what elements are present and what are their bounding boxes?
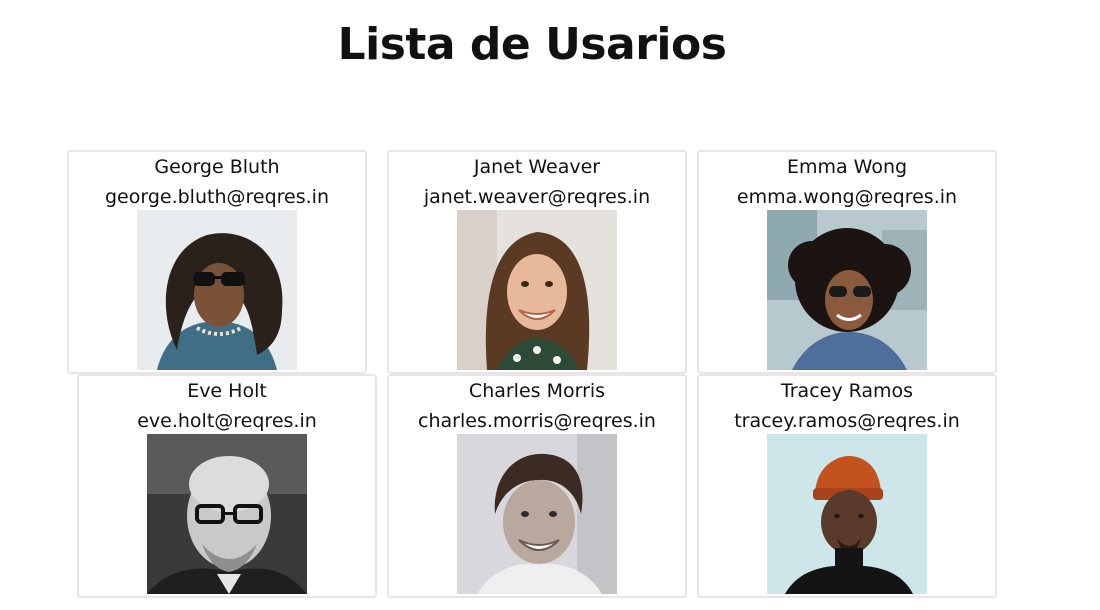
user-card: Charles Morris charles.morris@reqres.in (387, 374, 687, 598)
avatar-photo-icon (767, 434, 927, 594)
user-name: Emma Wong (786, 156, 908, 178)
user-email: janet.weaver@reqres.in (423, 186, 651, 208)
user-email: eve.holt@reqres.in (137, 410, 317, 432)
user-email: tracey.ramos@reqres.in (734, 410, 960, 432)
user-card: Tracey Ramos tracey.ramos@reqres.in (697, 374, 997, 598)
user-avatar (457, 434, 617, 594)
user-avatar (457, 210, 617, 370)
user-card: Eve Holt eve.holt@reqres.in (77, 374, 377, 598)
avatar-photo-icon (457, 210, 617, 370)
user-name: Tracey Ramos (780, 380, 914, 402)
avatar-photo-icon (137, 210, 297, 370)
user-avatar (767, 434, 927, 594)
user-avatar (147, 434, 307, 594)
user-avatar (767, 210, 927, 370)
avatar-photo-icon (767, 210, 927, 370)
user-card: Emma Wong emma.wong@reqres.in (697, 150, 997, 374)
user-name: George Bluth (154, 156, 280, 178)
user-card: Janet Weaver janet.weaver@reqres.in (387, 150, 687, 374)
user-email: emma.wong@reqres.in (736, 186, 958, 208)
page-title: Lista de Usarios (337, 19, 727, 70)
user-email: charles.morris@reqres.in (418, 410, 656, 432)
user-name: Janet Weaver (473, 156, 601, 178)
user-name: Eve Holt (187, 380, 267, 402)
user-email: george.bluth@reqres.in (104, 186, 329, 208)
user-card: George Bluth george.bluth@reqres.in (67, 150, 367, 374)
avatar-photo-icon (457, 434, 617, 594)
user-name: Charles Morris (468, 380, 606, 402)
avatar-photo-icon (147, 434, 307, 594)
user-avatar (137, 210, 297, 370)
